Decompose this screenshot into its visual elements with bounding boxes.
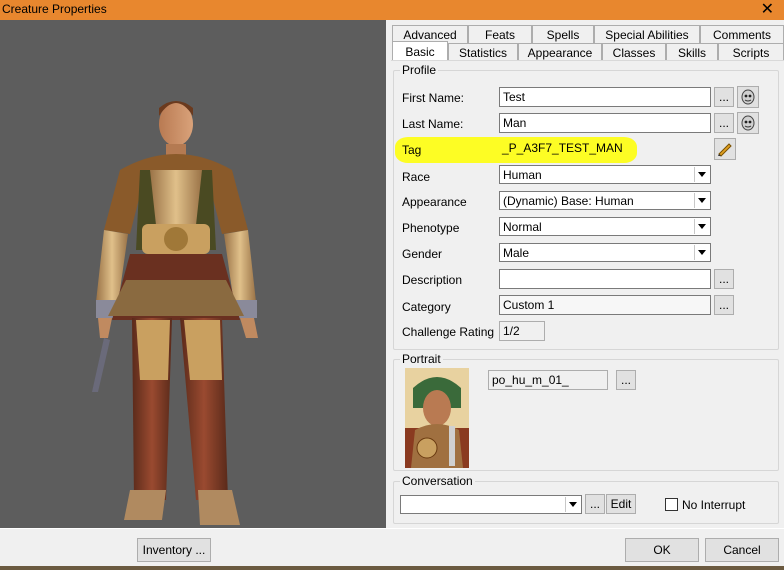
creature-preview-viewport[interactable] bbox=[0, 20, 386, 528]
category-input[interactable]: Custom 1 bbox=[499, 295, 711, 315]
challenge-rating-value: 1/2 bbox=[499, 321, 545, 341]
creature-model-image bbox=[92, 101, 258, 525]
tag-input[interactable]: _P_A3F7_TEST_MAN bbox=[499, 139, 711, 159]
inventory-button[interactable]: Inventory ... bbox=[137, 538, 211, 562]
appearance-select-value: (Dynamic) Base: Human bbox=[503, 194, 634, 208]
category-label: Category bbox=[402, 300, 451, 314]
tab-feats[interactable]: Feats bbox=[468, 25, 532, 43]
conversation-select[interactable] bbox=[400, 495, 582, 514]
tag-label: Tag bbox=[402, 143, 422, 157]
tab-special-abilities[interactable]: Special Abilities bbox=[594, 25, 700, 43]
gender-select-value: Male bbox=[503, 246, 530, 260]
no-interrupt-label: No Interrupt bbox=[682, 498, 746, 512]
tab-classes[interactable]: Classes bbox=[602, 43, 666, 61]
first-name-input[interactable]: Test bbox=[499, 87, 711, 107]
ok-button[interactable]: OK bbox=[625, 538, 699, 562]
title-bar: Creature Properties ✕ bbox=[0, 0, 784, 20]
window-title: Creature Properties bbox=[2, 2, 107, 16]
description-label: Description bbox=[402, 273, 463, 287]
portrait-resref: po_hu_m_01_ bbox=[488, 370, 608, 390]
race-select-value: Human bbox=[503, 168, 542, 182]
tab-basic[interactable]: Basic bbox=[392, 41, 448, 61]
chevron-down-icon[interactable] bbox=[694, 167, 709, 182]
gender-label: Gender bbox=[402, 247, 443, 261]
no-interrupt-checkbox[interactable] bbox=[665, 498, 678, 511]
conversation-edit-button[interactable]: Edit bbox=[606, 494, 636, 514]
description-input[interactable] bbox=[499, 269, 711, 289]
portrait-image[interactable] bbox=[405, 368, 469, 468]
gender-select[interactable]: Male bbox=[499, 243, 711, 262]
close-icon[interactable]: ✕ bbox=[761, 0, 774, 19]
tag-edit-button[interactable] bbox=[714, 138, 736, 160]
phenotype-select-value: Normal bbox=[503, 220, 542, 234]
tab-scripts[interactable]: Scripts bbox=[718, 43, 784, 61]
last-name-label: Last Name: bbox=[402, 117, 464, 131]
pencil-icon bbox=[718, 143, 732, 157]
cancel-button[interactable]: Cancel bbox=[705, 538, 779, 562]
category-browse-button[interactable]: ... bbox=[714, 295, 734, 315]
tab-statistics[interactable]: Statistics bbox=[448, 43, 518, 61]
portrait-thumbnail bbox=[405, 368, 469, 468]
mask-icon bbox=[741, 115, 755, 131]
tab-spells[interactable]: Spells bbox=[532, 25, 594, 43]
tab-skills[interactable]: Skills bbox=[666, 43, 718, 61]
phenotype-label: Phenotype bbox=[402, 221, 460, 235]
conversation-browse-button[interactable]: ... bbox=[585, 494, 605, 514]
portrait-browse-button[interactable]: ... bbox=[616, 370, 636, 390]
chevron-down-icon[interactable] bbox=[694, 219, 709, 234]
phenotype-select[interactable]: Normal bbox=[499, 217, 711, 236]
race-label: Race bbox=[402, 170, 431, 184]
conversation-legend: Conversation bbox=[400, 474, 475, 488]
last-name-browse-button[interactable]: ... bbox=[714, 113, 734, 133]
background-strip bbox=[0, 566, 784, 570]
description-browse-button[interactable]: ... bbox=[714, 269, 734, 289]
tab-appearance[interactable]: Appearance bbox=[518, 43, 602, 61]
portrait-legend: Portrait bbox=[400, 352, 443, 366]
profile-legend: Profile bbox=[400, 63, 439, 77]
appearance-label: Appearance bbox=[402, 195, 467, 209]
first-name-browse-button[interactable]: ... bbox=[714, 87, 734, 107]
tab-comments[interactable]: Comments bbox=[700, 25, 784, 43]
mask-icon bbox=[741, 89, 755, 105]
challenge-rating-label: Challenge Rating bbox=[402, 325, 495, 339]
last-name-tlk-button[interactable] bbox=[737, 112, 759, 134]
chevron-down-icon[interactable] bbox=[694, 193, 709, 208]
last-name-input[interactable]: Man bbox=[499, 113, 711, 133]
first-name-tlk-button[interactable] bbox=[737, 86, 759, 108]
chevron-down-icon[interactable] bbox=[694, 245, 709, 260]
first-name-label: First Name: bbox=[402, 91, 465, 105]
race-select[interactable]: Human bbox=[499, 165, 711, 184]
appearance-select[interactable]: (Dynamic) Base: Human bbox=[499, 191, 711, 210]
chevron-down-icon[interactable] bbox=[565, 497, 580, 512]
